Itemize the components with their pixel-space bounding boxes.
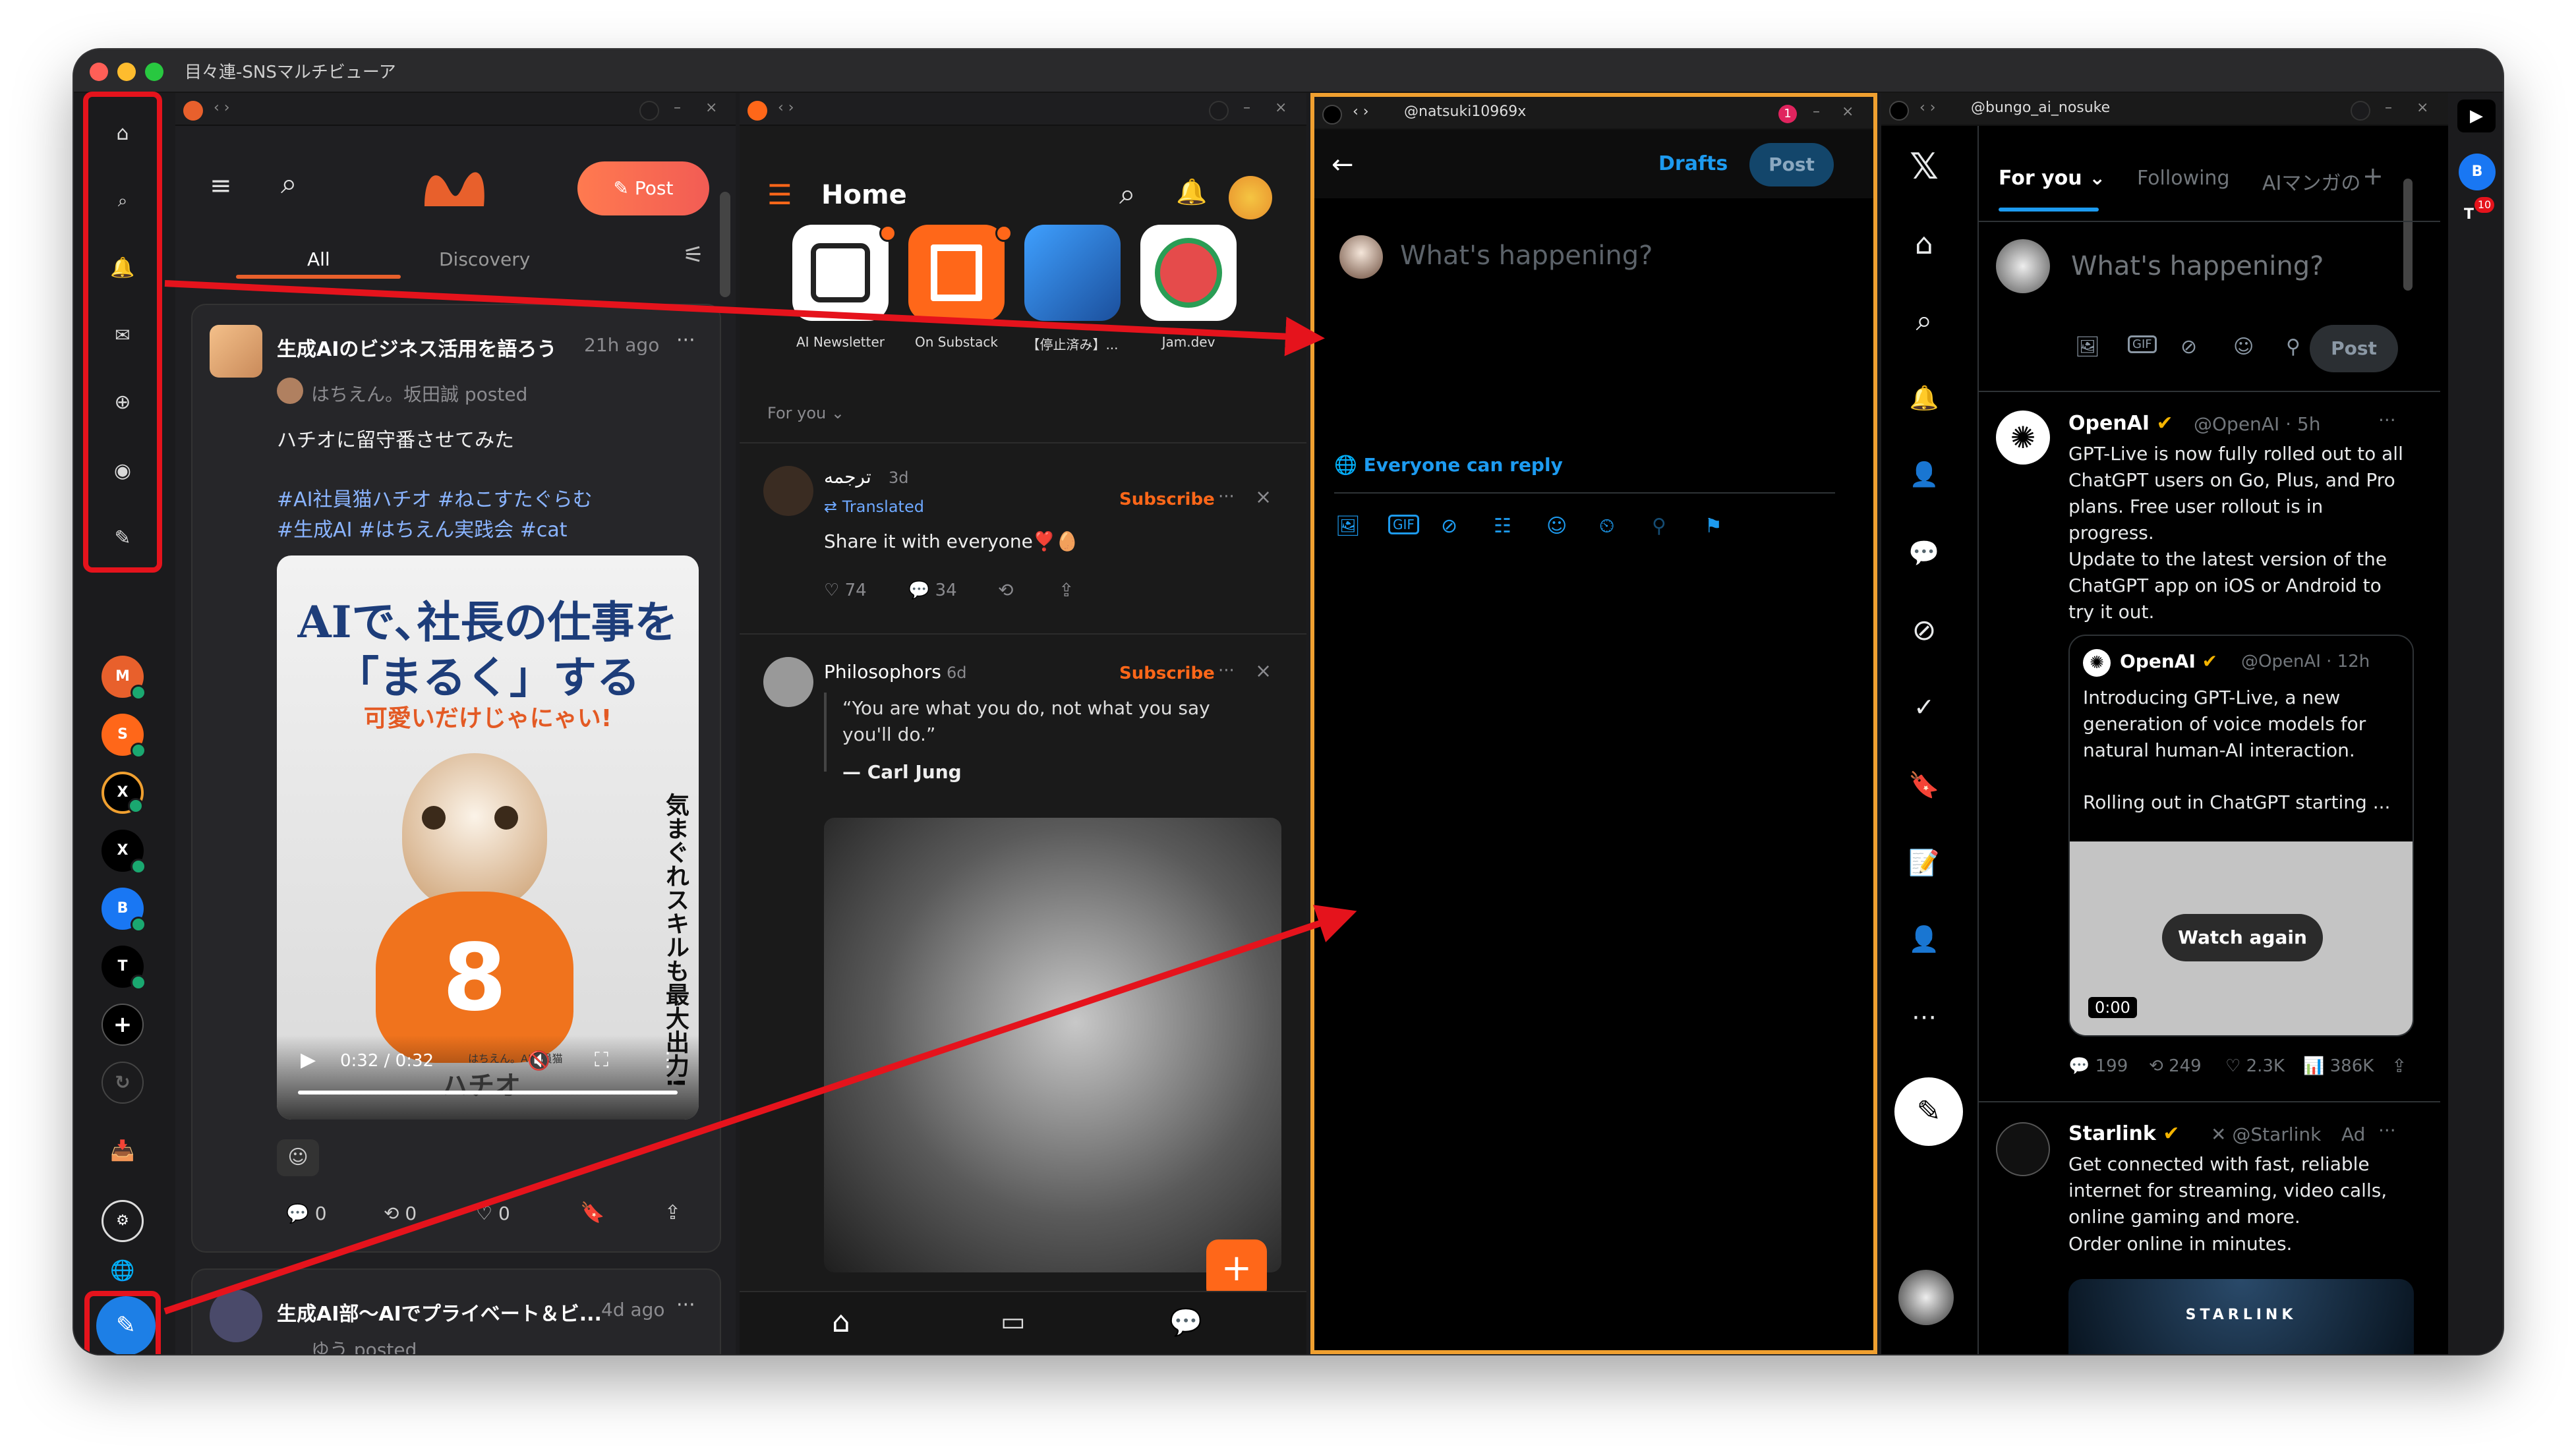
annotation-arrow-top <box>164 280 1325 356</box>
annotation-arrows <box>163 280 1357 1315</box>
annotation-arrow-bottom <box>163 905 1357 1315</box>
